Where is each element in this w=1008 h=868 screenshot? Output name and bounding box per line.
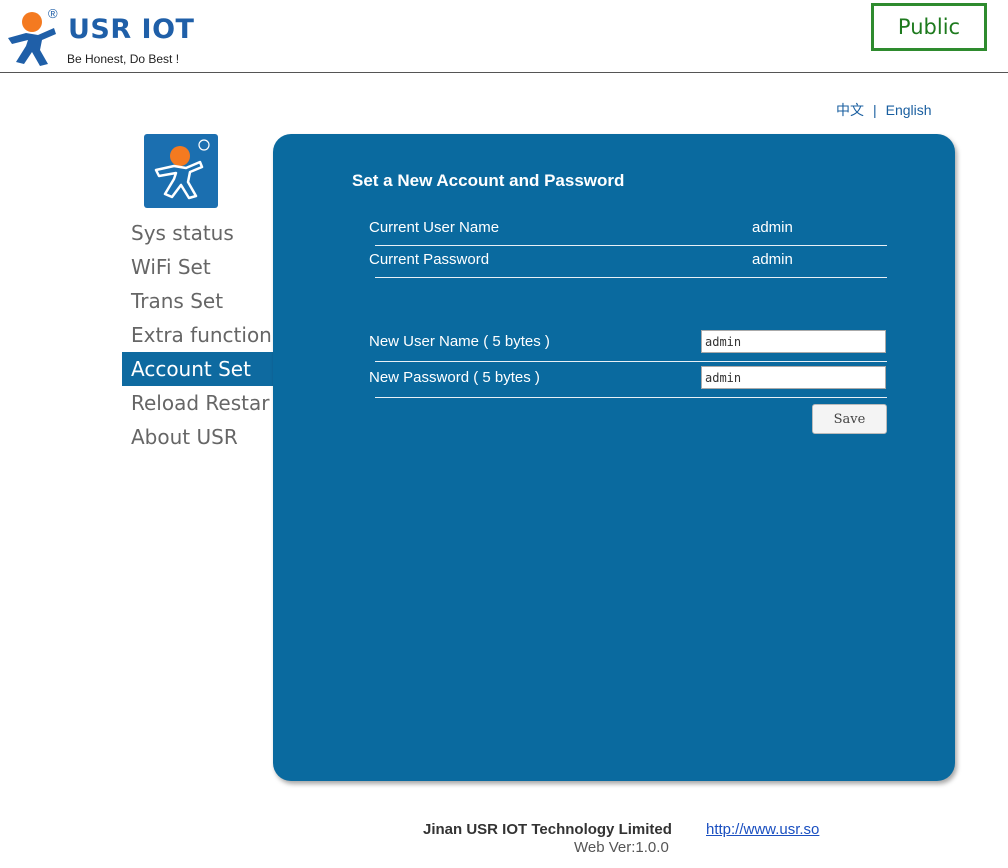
lang-chinese-link[interactable]: 中文	[836, 102, 864, 118]
new-password-input[interactable]	[701, 366, 886, 389]
new-password-row: New Password ( 5 bytes )	[369, 366, 887, 398]
public-badge: Public	[871, 3, 987, 51]
brand-name: USR IOT	[68, 14, 195, 45]
sidebar-item-account-set[interactable]: Account Set	[122, 352, 274, 386]
registered-mark: ®	[48, 6, 58, 21]
current-password-row: Current Password admin	[369, 246, 887, 278]
row-divider	[375, 397, 887, 398]
header-divider	[0, 72, 1008, 73]
current-user-value: admin	[752, 219, 793, 236]
language-switch: 中文 | English	[836, 100, 932, 120]
footer-website-link[interactable]: http://www.usr.so	[706, 821, 819, 838]
sidebar-item-reload-restart[interactable]: Reload Restar	[122, 386, 274, 420]
current-user-row: Current User Name admin	[369, 214, 887, 246]
row-divider	[375, 277, 887, 278]
lang-english-link[interactable]: English	[886, 102, 932, 118]
sidebar-item-about-usr[interactable]: About USR	[122, 420, 274, 454]
sidebar-item-sys-status[interactable]: Sys status	[122, 216, 274, 250]
footer-version: Web Ver:1.0.0	[574, 839, 669, 856]
usr-runner-icon	[154, 139, 210, 200]
footer-company: Jinan USR IOT Technology Limited	[423, 821, 672, 838]
sidebar-item-trans-set[interactable]: Trans Set	[122, 284, 274, 318]
brand-tagline: Be Honest, Do Best !	[67, 52, 180, 66]
account-settings-panel: Set a New Account and Password Current U…	[273, 134, 955, 781]
sidebar-nav: Sys status WiFi Set Trans Set Extra func…	[122, 216, 274, 454]
row-divider	[375, 361, 887, 362]
panel-title: Set a New Account and Password	[352, 171, 625, 190]
current-password-value: admin	[752, 251, 793, 268]
usr-iot-logo: ® USR IOT Be Honest, Do Best !	[4, 6, 204, 68]
new-user-label: New User Name ( 5 bytes )	[369, 333, 550, 350]
save-button[interactable]: Save	[812, 404, 887, 434]
sidebar-item-extra-function[interactable]: Extra function	[122, 318, 274, 352]
sidebar-logo	[144, 134, 218, 208]
new-password-label: New Password ( 5 bytes )	[369, 369, 540, 386]
current-password-label: Current Password	[369, 251, 490, 268]
new-user-name-input[interactable]	[701, 330, 886, 353]
lang-separator: |	[873, 102, 877, 118]
sidebar-item-wifi-set[interactable]: WiFi Set	[122, 250, 274, 284]
current-user-label: Current User Name	[369, 219, 500, 236]
new-user-row: New User Name ( 5 bytes )	[369, 330, 887, 362]
